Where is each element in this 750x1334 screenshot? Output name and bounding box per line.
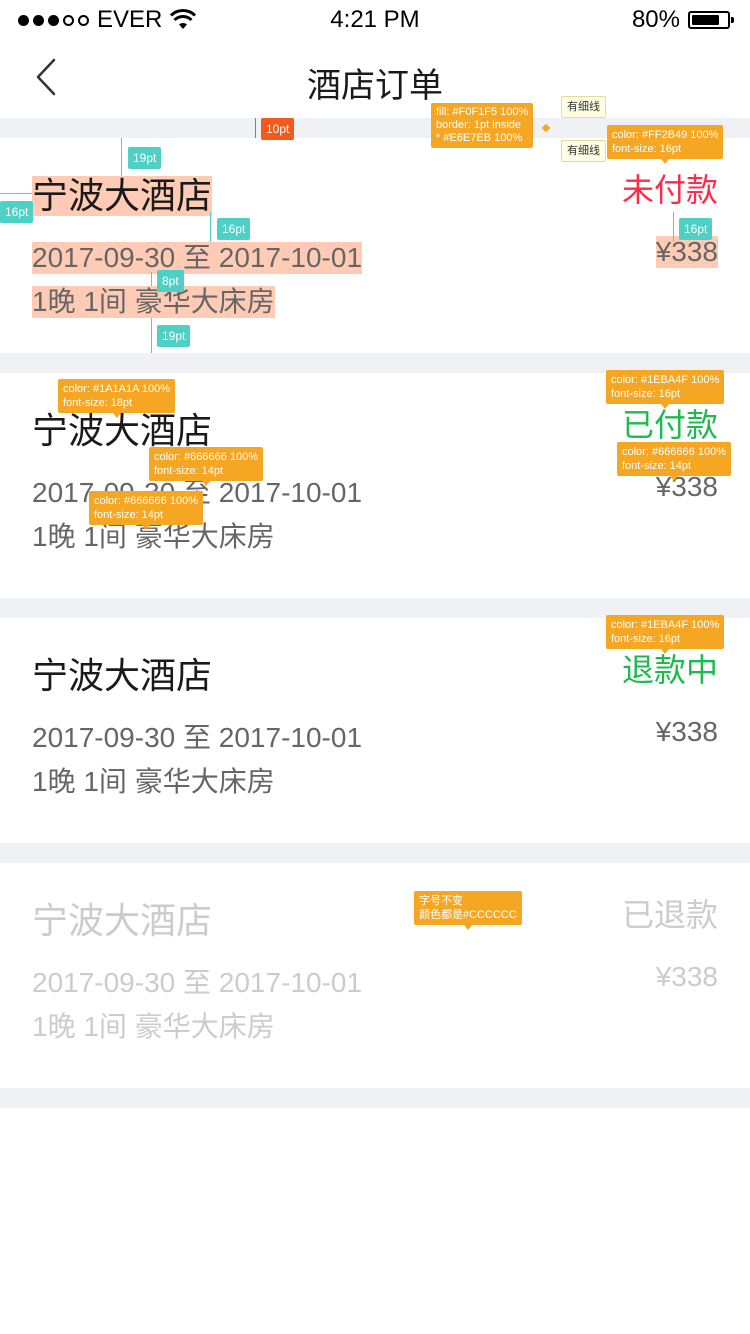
battery-percent: 80% xyxy=(631,6,680,33)
order-card[interactable]: 宁波大酒店 2017-09-30 至 2017-10-01 1晚 1间 豪华大床… xyxy=(0,863,750,1088)
grey-color-note-tag: 字号不变 颜色都是#CCCCCC xyxy=(414,891,522,930)
status-green-spec-tag: color: #1EBA4F 100% font-size: 16pt xyxy=(606,615,725,654)
hairline-note: 有细线 xyxy=(561,140,606,162)
page-title: 酒店订单 xyxy=(307,67,443,105)
order-card[interactable]: 宁波大酒店 2017-09-30 至 2017-10-01 1晚 1间 豪华大床… xyxy=(0,138,750,363)
section-divider xyxy=(0,843,750,863)
hotel-dates-gap-line xyxy=(210,212,211,242)
title-spec-tag: color: #1A1A1A 100% font-size: 18pt xyxy=(58,379,176,418)
order-price: ¥338 xyxy=(655,236,718,268)
section-divider xyxy=(0,1088,750,1108)
order-status: 已退款 xyxy=(621,897,718,933)
hotel-name: 宁波大酒店 xyxy=(32,655,213,696)
room-spec-tag: color: #666666 100% font-size: 14pt xyxy=(89,491,203,530)
order-status: 退款中 xyxy=(621,652,718,688)
status-green-spec-tag: color: #1EBA4F 100% font-size: 16pt xyxy=(606,370,725,409)
left-padding-line xyxy=(0,193,32,194)
stay-dates: 2017-09-30 至 2017-10-01 xyxy=(32,242,363,274)
hotel-dates-gap-label: 16pt xyxy=(217,218,251,240)
order-price: ¥338 xyxy=(655,716,718,747)
status-right: 80% xyxy=(631,6,734,34)
fill-spec-tag: fill: #F0F1F5 100% border: 1pt inside * … xyxy=(431,103,534,148)
status-red-spec-tag: color: #FF2B49 100% font-size: 16pt xyxy=(607,125,724,164)
room-info: 1晚 1间 豪华大床房 xyxy=(32,1011,275,1042)
top-padding-line xyxy=(121,138,122,176)
bottom-padding-label: 19pt xyxy=(157,325,191,347)
order-card[interactable]: 宁波大酒店 2017-09-30 至 2017-10-01 1晚 1间 豪华大床… xyxy=(0,618,750,843)
price-spec-tag: color: #666666 100% font-size: 14pt xyxy=(617,442,731,481)
status-bar: EVER 4:21 PM 80% xyxy=(0,0,750,40)
status-price-gap-label: 16pt xyxy=(679,218,713,240)
dates-room-gap-label: 8pt xyxy=(157,270,184,292)
navigation-bar: 酒店订单 xyxy=(0,40,750,118)
hotel-name: 宁波大酒店 xyxy=(32,900,213,941)
dates-spec-tag: color: #666666 100% font-size: 14pt xyxy=(149,447,263,486)
room-info: 1晚 1间 豪华大床房 xyxy=(32,766,275,797)
room-info: 1晚 1间 豪华大床房 xyxy=(32,521,275,552)
room-info: 1晚 1间 豪华大床房 xyxy=(32,286,275,318)
stay-dates: 2017-09-30 至 2017-10-01 xyxy=(32,967,363,998)
gap-measure-line xyxy=(255,118,256,138)
bottom-padding-line xyxy=(151,318,152,353)
top-padding-label: 19pt xyxy=(128,147,162,169)
status-price-gap-line xyxy=(673,212,674,242)
gap-measure-label: 10pt xyxy=(261,118,295,140)
order-status: 未付款 xyxy=(621,172,718,208)
hotel-name: 宁波大酒店 xyxy=(32,410,213,451)
hairline-note: 有细线 xyxy=(561,96,606,118)
order-price: ¥338 xyxy=(655,961,718,992)
battery-icon xyxy=(688,11,734,29)
dates-room-gap-line xyxy=(151,272,152,286)
left-padding-label: 16pt xyxy=(0,201,34,223)
order-status: 已付款 xyxy=(621,407,718,443)
stay-dates: 2017-09-30 至 2017-10-01 xyxy=(32,722,363,753)
hotel-name: 宁波大酒店 xyxy=(32,175,213,216)
